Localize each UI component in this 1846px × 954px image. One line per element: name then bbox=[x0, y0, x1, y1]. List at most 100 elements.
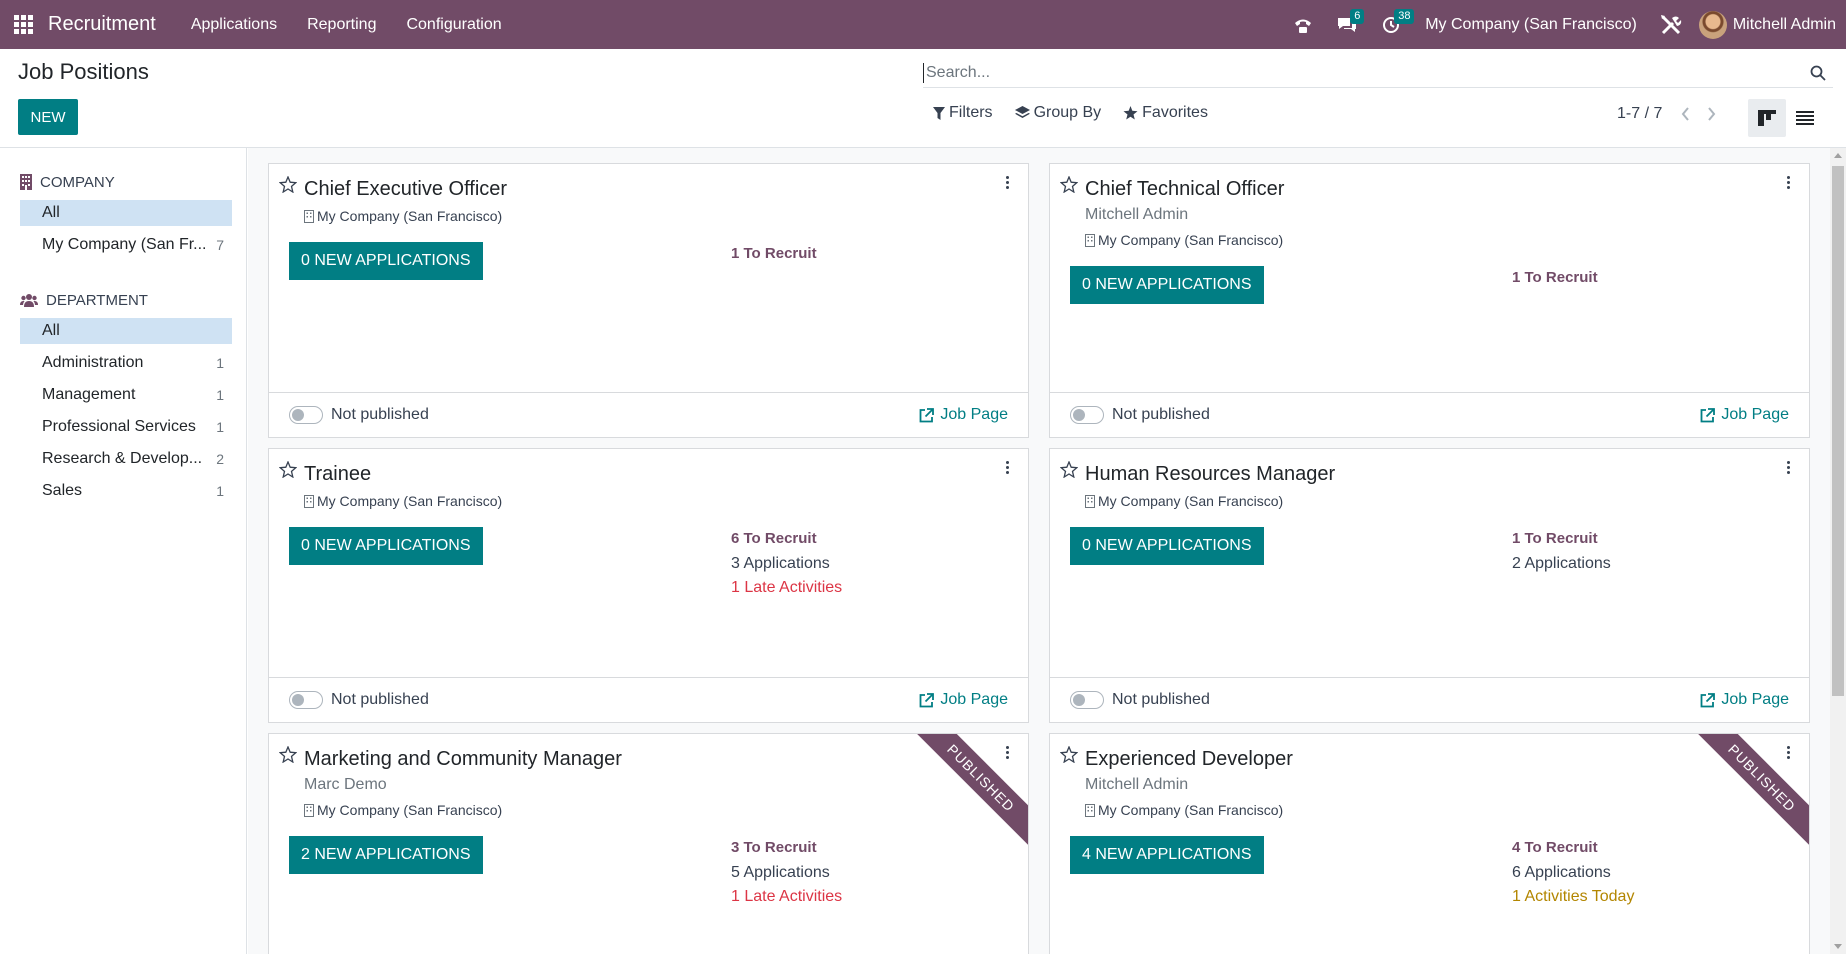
job-title[interactable]: Experienced Developer bbox=[1085, 748, 1293, 771]
favorite-star-icon[interactable] bbox=[1059, 460, 1079, 483]
favorites-button[interactable]: Favorites bbox=[1123, 104, 1208, 122]
card-menu-icon[interactable] bbox=[1785, 176, 1791, 189]
activities-today-link[interactable]: 1 Activities Today bbox=[1512, 885, 1634, 910]
favorite-star-icon[interactable] bbox=[278, 460, 298, 483]
app-name[interactable]: Recruitment bbox=[48, 13, 156, 36]
clock-icon[interactable]: 38 bbox=[1369, 0, 1415, 49]
job-page-link[interactable]: Job Page bbox=[919, 406, 1008, 424]
to-recruit-link[interactable]: 1 To Recruit bbox=[1512, 266, 1598, 291]
card-menu-icon[interactable] bbox=[1785, 461, 1791, 474]
to-recruit-link[interactable]: 1 To Recruit bbox=[1512, 527, 1611, 552]
new-applications-button[interactable]: 0 NEW APPLICATIONS bbox=[289, 242, 483, 280]
job-card-marketing-and-community-manager[interactable]: PUBLISHED Marketing and Community Manage… bbox=[268, 733, 1029, 954]
new-applications-button[interactable]: 0 NEW APPLICATIONS bbox=[1070, 527, 1264, 565]
job-title[interactable]: Human Resources Manager bbox=[1085, 463, 1335, 486]
scroll-up-icon[interactable] bbox=[1834, 153, 1842, 158]
job-page-link[interactable]: Job Page bbox=[1700, 406, 1789, 424]
publish-toggle[interactable] bbox=[1070, 691, 1104, 709]
pager-prev-icon[interactable] bbox=[1672, 104, 1698, 124]
job-title[interactable]: Marketing and Community Manager bbox=[304, 748, 622, 771]
department-filter-all[interactable]: All bbox=[20, 318, 232, 344]
list-view-icon[interactable] bbox=[1786, 99, 1824, 137]
publish-toggle[interactable] bbox=[289, 691, 323, 709]
job-responsible: Marc Demo bbox=[304, 776, 387, 793]
favorite-star-icon[interactable] bbox=[1059, 745, 1079, 768]
job-title[interactable]: Trainee bbox=[304, 463, 371, 486]
favorite-star-icon[interactable] bbox=[1059, 175, 1079, 198]
company-filter-all[interactable]: All bbox=[20, 200, 232, 226]
menu-applications[interactable]: Applications bbox=[176, 16, 292, 34]
card-menu-icon[interactable] bbox=[1785, 746, 1791, 759]
user-name: Mitchell Admin bbox=[1732, 15, 1836, 33]
job-card-human-resources-manager[interactable]: Human Resources Manager My Company (San … bbox=[1049, 448, 1810, 723]
applications-link[interactable]: 3 Applications bbox=[731, 552, 842, 577]
search-icon[interactable] bbox=[1803, 58, 1833, 88]
new-applications-button[interactable]: 2 NEW APPLICATIONS bbox=[289, 836, 483, 874]
kanban-view-icon[interactable] bbox=[1748, 99, 1786, 137]
new-applications-button[interactable]: 0 NEW APPLICATIONS bbox=[1070, 266, 1264, 304]
job-card-chief-technical-officer[interactable]: Chief Technical Officer Mitchell Admin M… bbox=[1049, 163, 1810, 438]
job-card-experienced-developer[interactable]: PUBLISHED Experienced Developer Mitchell… bbox=[1049, 733, 1810, 954]
publish-toggle[interactable] bbox=[289, 406, 323, 424]
new-applications-button[interactable]: 0 NEW APPLICATIONS bbox=[289, 527, 483, 565]
pager-next-icon[interactable] bbox=[1698, 104, 1724, 124]
job-card-chief-executive-officer[interactable]: Chief Executive Officer My Company (San … bbox=[268, 163, 1029, 438]
applications-link[interactable]: 2 Applications bbox=[1512, 552, 1611, 577]
company-filter-my-company[interactable]: My Company (San Fr... 7 bbox=[20, 232, 232, 258]
users-icon bbox=[20, 294, 38, 307]
job-page-link[interactable]: Job Page bbox=[1700, 691, 1789, 709]
scroll-thumb[interactable] bbox=[1832, 166, 1844, 696]
new-button[interactable]: NEW bbox=[18, 99, 78, 135]
filters-button[interactable]: Filters bbox=[933, 104, 993, 122]
department-filter-professional-services[interactable]: Professional Services 1 bbox=[20, 414, 232, 440]
department-filter-research[interactable]: Research & Develop... 2 bbox=[20, 446, 232, 472]
department-filter-administration[interactable]: Administration 1 bbox=[20, 350, 232, 376]
publish-status: Not published bbox=[331, 691, 429, 708]
publish-toggle[interactable] bbox=[1070, 406, 1104, 424]
applications-link[interactable]: 6 Applications bbox=[1512, 861, 1634, 886]
apps-grid-icon[interactable] bbox=[2, 0, 44, 49]
to-recruit-link[interactable]: 4 To Recruit bbox=[1512, 836, 1634, 861]
scroll-down-icon[interactable] bbox=[1834, 944, 1842, 949]
job-title[interactable]: Chief Executive Officer bbox=[304, 178, 507, 201]
job-card-trainee[interactable]: Trainee My Company (San Francisco) 0 NEW… bbox=[268, 448, 1029, 723]
late-activities-link[interactable]: 1 Late Activities bbox=[731, 885, 842, 910]
department-filter-management[interactable]: Management 1 bbox=[20, 382, 232, 408]
favorite-star-icon[interactable] bbox=[278, 745, 298, 768]
department-filter-label: Management bbox=[42, 386, 136, 403]
job-page-link[interactable]: Job Page bbox=[919, 691, 1008, 709]
search-input[interactable] bbox=[923, 62, 1803, 83]
late-activities-link[interactable]: 1 Late Activities bbox=[731, 576, 842, 601]
menu-configuration[interactable]: Configuration bbox=[391, 16, 516, 34]
user-menu[interactable]: Mitchell Admin bbox=[1698, 10, 1836, 39]
phone-icon[interactable] bbox=[1281, 0, 1325, 49]
card-footer: Not published Job Page bbox=[1050, 392, 1809, 437]
layers-icon bbox=[1014, 106, 1030, 118]
to-recruit-link[interactable]: 6 To Recruit bbox=[731, 527, 842, 552]
debug-tools-icon[interactable] bbox=[1649, 0, 1693, 49]
job-title[interactable]: Chief Technical Officer bbox=[1085, 178, 1284, 201]
chat-icon[interactable]: 6 bbox=[1325, 0, 1369, 49]
job-company-label: My Company (San Francisco) bbox=[1098, 232, 1284, 248]
job-company-label: My Company (San Francisco) bbox=[1098, 802, 1284, 818]
department-filter-sales[interactable]: Sales 1 bbox=[20, 478, 232, 504]
pager-value[interactable]: 1-7 / 7 bbox=[1617, 105, 1662, 123]
applications-link[interactable]: 5 Applications bbox=[731, 861, 842, 886]
job-company: My Company (San Francisco) bbox=[304, 802, 502, 818]
company-switcher[interactable]: My Company (San Francisco) bbox=[1413, 16, 1649, 34]
company-header: COMPANY bbox=[20, 170, 232, 194]
group-by-button[interactable]: Group By bbox=[1014, 104, 1101, 122]
card-menu-icon[interactable] bbox=[1004, 746, 1010, 759]
department-header: DEPARTMENT bbox=[20, 288, 232, 312]
to-recruit-link[interactable]: 3 To Recruit bbox=[731, 836, 842, 861]
publish-status: Not published bbox=[1112, 406, 1210, 423]
department-filter-label: Research & Develop... bbox=[42, 450, 203, 467]
to-recruit-link[interactable]: 1 To Recruit bbox=[731, 242, 817, 267]
card-menu-icon[interactable] bbox=[1004, 176, 1010, 189]
kanban-scrollbar[interactable] bbox=[1830, 148, 1846, 954]
card-menu-icon[interactable] bbox=[1004, 461, 1010, 474]
new-applications-button[interactable]: 4 NEW APPLICATIONS bbox=[1070, 836, 1264, 874]
menu-reporting[interactable]: Reporting bbox=[292, 16, 391, 34]
card-footer: Not published Job Page bbox=[269, 392, 1028, 437]
favorite-star-icon[interactable] bbox=[278, 175, 298, 198]
